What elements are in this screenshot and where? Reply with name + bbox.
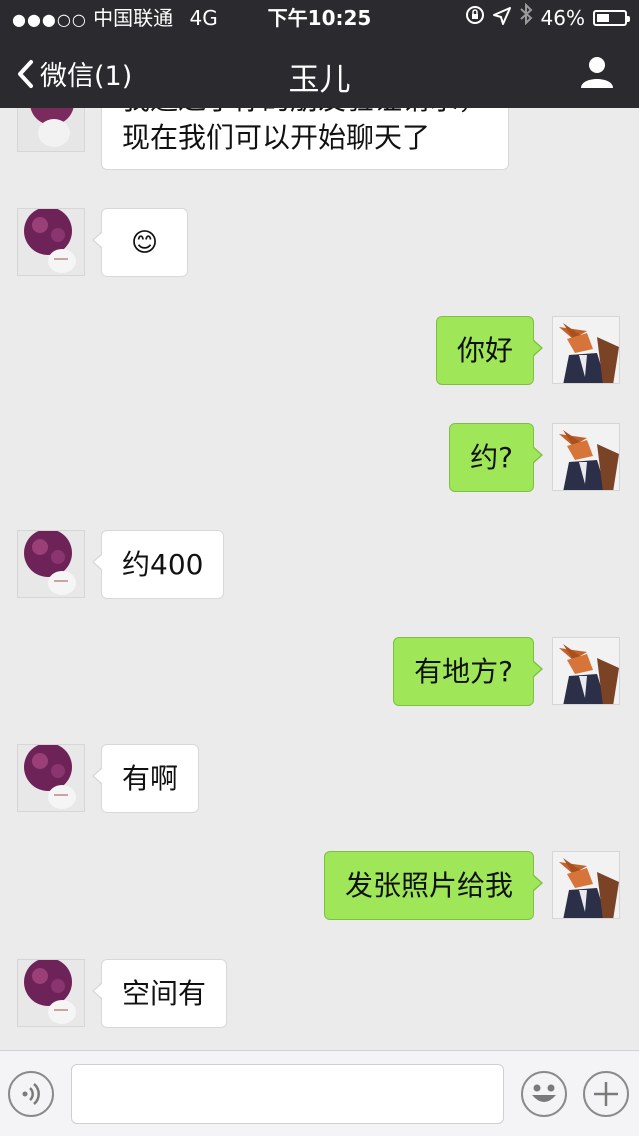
rose-avatar[interactable] [17, 108, 85, 152]
status-bar: ●●●○○ 中国联通 4G 下午10:25 46% [0, 0, 639, 36]
message-bubble-received[interactable]: 空间有 [91, 959, 228, 1028]
message-input[interactable] [71, 1064, 504, 1124]
message-text: 约? [470, 441, 513, 474]
chat-area[interactable]: 我通过了你的朋友验证请求， 现在我们可以开始聊天了 😊 你好 约? [0, 108, 639, 1050]
battery-fill [597, 14, 609, 22]
person-icon[interactable] [579, 54, 615, 90]
message-bubble-received[interactable]: 😊 [92, 208, 188, 277]
message-text: 发张照片给我 [344, 869, 513, 902]
bluetooth-icon [519, 0, 533, 36]
message-text: 有啊 [122, 762, 179, 795]
rose-avatar[interactable] [17, 530, 85, 598]
message-bubble-received[interactable]: 约400 [91, 530, 225, 599]
more-button[interactable] [583, 1071, 629, 1117]
message-bubble-sent[interactable]: 有地方? [393, 637, 543, 706]
message-bubble-received[interactable]: 有啊 [91, 744, 200, 813]
message-bubble-sent[interactable]: 你好 [435, 316, 544, 385]
fox-avatar[interactable] [552, 423, 620, 491]
location-icon [492, 0, 511, 36]
message-text: 😊 [130, 228, 159, 258]
battery-icon [593, 10, 630, 26]
message-text: 约400 [122, 548, 204, 581]
emoji-button[interactable] [521, 1071, 567, 1117]
fox-avatar[interactable] [552, 316, 620, 384]
top-bar: ●●●○○ 中国联通 4G 下午10:25 46% 微信(1) 玉儿 [0, 0, 639, 108]
input-bar [0, 1050, 639, 1136]
chat-title: 玉儿 [288, 62, 351, 98]
voice-icon [22, 1083, 40, 1105]
status-right: 46% [465, 0, 630, 36]
nav-bar: 微信(1) 玉儿 [0, 36, 639, 108]
plus-icon [594, 1082, 618, 1106]
message-text: 空间有 [122, 977, 207, 1010]
message-text: 有地方? [414, 655, 513, 688]
rose-avatar[interactable] [17, 208, 85, 276]
message-bubble-sent[interactable]: 约? [449, 423, 543, 492]
message-line: 现在我们可以开始聊天了 [122, 121, 431, 154]
message-line: 我通过了你的朋友验证请求， [122, 108, 488, 119]
orientation-lock-icon [465, 0, 485, 36]
message-bubble-sent[interactable]: 发张照片给我 [323, 851, 544, 920]
battery-percent: 46% [540, 6, 585, 30]
message-bubble-received[interactable]: 我通过了你的朋友验证请求， 现在我们可以开始聊天了 [92, 108, 509, 170]
emoji-icon [532, 1084, 556, 1102]
rose-avatar[interactable] [17, 959, 85, 1027]
fox-avatar[interactable] [552, 637, 620, 705]
voice-button[interactable] [8, 1071, 54, 1117]
rose-avatar[interactable] [17, 744, 85, 812]
message-text: 你好 [456, 334, 513, 367]
fox-avatar[interactable] [552, 851, 620, 919]
